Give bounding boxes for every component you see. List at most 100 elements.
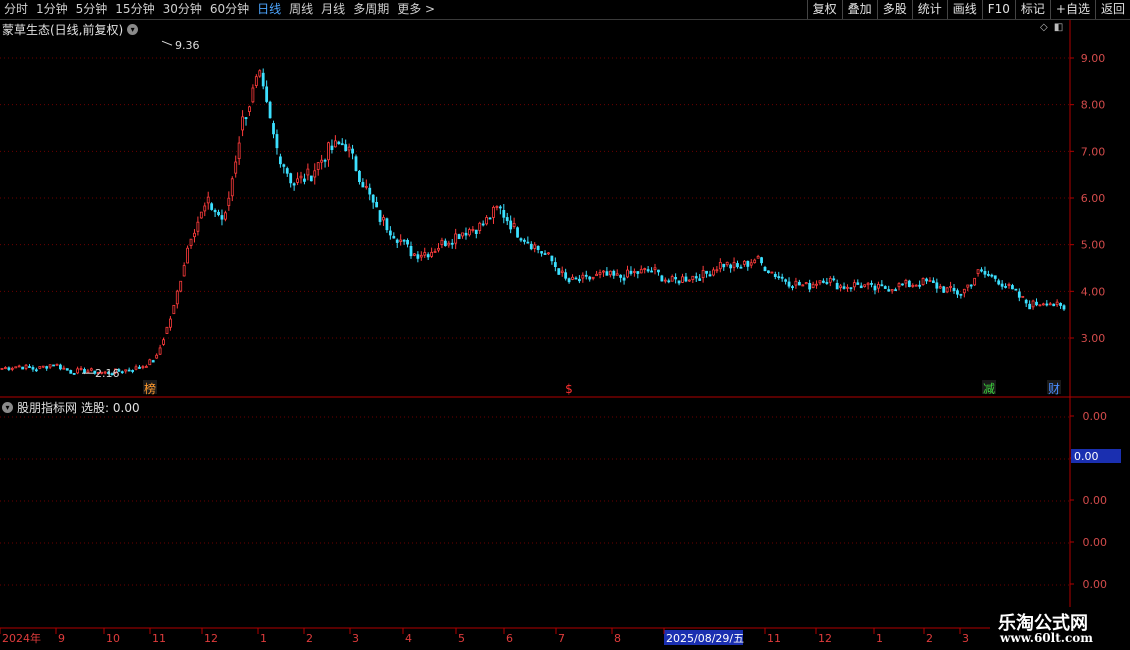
candle-body: [591, 276, 595, 279]
candle-body: [595, 273, 598, 277]
candle-body: [333, 140, 337, 148]
candle-body: [536, 245, 540, 250]
y-tick-label: 3.00: [1081, 332, 1106, 345]
candle-body: [443, 240, 447, 247]
candle-body: [787, 281, 791, 287]
candle-body: [1028, 303, 1032, 310]
candle-body: [897, 283, 901, 288]
candle-body: [17, 365, 21, 368]
candle-body: [144, 366, 148, 368]
high-label: 9.36: [175, 39, 200, 52]
candle-body: [385, 218, 389, 231]
candle-body: [344, 144, 348, 152]
candle-body: [337, 141, 341, 145]
candle-body: [718, 262, 722, 270]
candle-body: [901, 283, 904, 286]
candle-body: [509, 220, 513, 230]
candle-body: [942, 286, 946, 293]
candle-body: [708, 274, 712, 277]
candle-body: [241, 116, 244, 131]
candle-body: [392, 236, 396, 239]
candle-body: [938, 286, 942, 289]
candle-body: [1011, 285, 1014, 290]
candle-body: [45, 366, 49, 369]
x-tick-label: 12: [818, 632, 832, 645]
candle-body: [89, 368, 93, 371]
candle-body: [131, 370, 135, 372]
candle-body: [863, 284, 867, 287]
candle-body: [457, 234, 461, 240]
candle-body: [169, 318, 172, 328]
candle-body: [354, 156, 358, 171]
candle-body: [646, 269, 650, 272]
candle-body: [361, 182, 365, 188]
candle-body: [210, 203, 214, 210]
candle-body: [138, 366, 141, 369]
candle-body: [292, 183, 296, 186]
candle-body: [880, 284, 884, 287]
indicator-y-label: 0.00: [1083, 578, 1108, 591]
candle-body: [808, 283, 812, 290]
candle-body: [667, 280, 671, 283]
candle-body: [41, 365, 45, 368]
candle-body: [842, 286, 846, 289]
candle-body: [550, 255, 554, 262]
candle-body: [760, 257, 763, 264]
candle-body: [450, 242, 454, 245]
candle-body: [189, 238, 193, 246]
candle-body: [632, 271, 636, 273]
candle-body: [523, 239, 526, 242]
indicator-y-label: 0.00: [1083, 410, 1108, 423]
x-tick-label: 4: [405, 632, 412, 645]
candle-body: [48, 364, 52, 368]
candle-body: [839, 285, 843, 288]
candle-body: [351, 148, 354, 154]
candle-body: [1024, 299, 1028, 304]
candle-body: [756, 255, 760, 259]
x-tick-label: 11: [152, 632, 166, 645]
candle-body: [577, 278, 581, 282]
candle-body: [794, 280, 798, 286]
candle-body: [753, 259, 757, 264]
candle-body: [712, 269, 715, 276]
candle-body: [364, 185, 368, 188]
candle-body: [0, 367, 4, 370]
candle-body: [605, 271, 609, 276]
candle-body: [65, 368, 69, 371]
candle-body: [571, 276, 574, 280]
event-marker: 减: [983, 382, 995, 396]
candle-body: [980, 269, 983, 272]
candle-body: [588, 276, 592, 280]
candle-body: [488, 217, 492, 220]
candle-body: [907, 280, 911, 287]
candle-body: [120, 371, 124, 374]
watermark-url: www.60lt.com: [1000, 631, 1093, 645]
x-tick-label: 8: [614, 632, 621, 645]
candle-body: [715, 269, 719, 272]
candle-body: [687, 279, 691, 282]
kline-chart[interactable]: 9.00 8.00 7.00 6.00 5.00 4.00 3.00 9.36 2.16 榜 $ 减 财…: [0, 0, 1130, 650]
candle-body: [698, 278, 702, 281]
candle-body: [172, 304, 176, 315]
current-value-label: 0.00: [1074, 450, 1099, 463]
candle-body: [564, 272, 568, 279]
highlighted-date-label: 2025/08/29/五: [666, 632, 744, 645]
candle-body: [454, 233, 458, 244]
candle-body: [1007, 283, 1011, 286]
candle-body: [512, 223, 516, 227]
candle-body: [952, 287, 956, 292]
candle-body: [949, 286, 952, 288]
candle-body: [650, 270, 653, 273]
candle-body: [323, 159, 327, 162]
candle-body: [976, 269, 980, 274]
x-tick-label: 9: [58, 632, 65, 645]
candle-body: [203, 205, 207, 212]
candle-body: [701, 270, 705, 278]
candle-body: [993, 275, 997, 279]
candle-body: [69, 370, 73, 374]
candle-body: [148, 359, 152, 366]
candle-body: [622, 277, 626, 281]
event-marker: 榜: [144, 381, 156, 396]
candle-body: [409, 245, 413, 257]
candle-body: [83, 369, 86, 374]
